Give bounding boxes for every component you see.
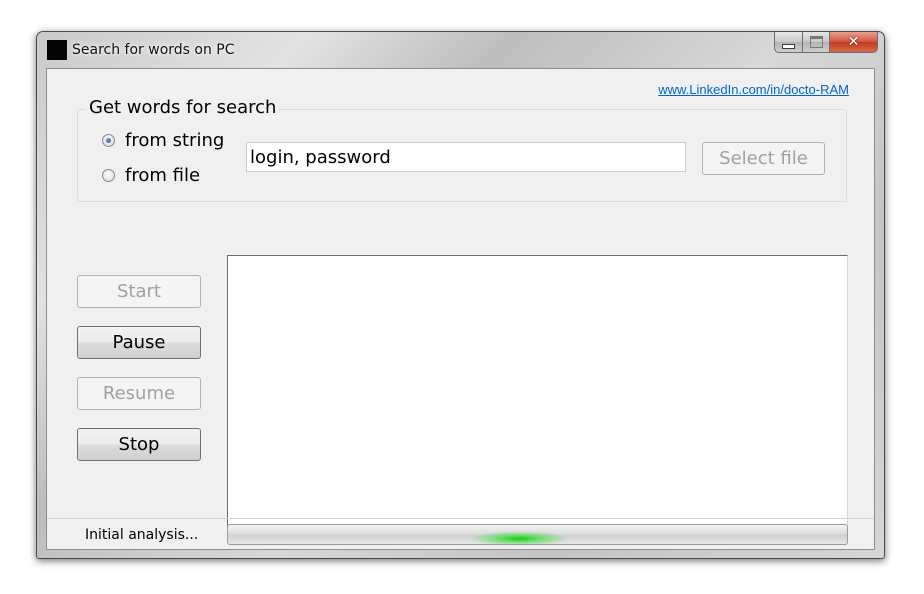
status-text: Initial analysis...	[85, 527, 199, 543]
word-source-group: Get words for search from string from fi…	[77, 97, 847, 202]
progress-bar	[227, 524, 848, 545]
title-bar[interactable]: Search for words on PC ✕	[37, 32, 884, 68]
window-title: Search for words on PC	[72, 42, 235, 58]
select-file-button[interactable]: Select file	[702, 142, 825, 175]
resume-button[interactable]: Resume	[77, 377, 201, 410]
close-button[interactable]: ✕	[830, 32, 878, 53]
maximize-icon	[809, 36, 823, 48]
linkedin-link[interactable]: www.LinkedIn.com/in/docto-RAM	[658, 82, 849, 97]
radio-selected-dot	[106, 138, 111, 143]
caption-buttons: ✕	[774, 32, 878, 53]
radio-from-file[interactable]: from file	[102, 165, 200, 186]
maximize-button[interactable]	[803, 32, 830, 53]
pause-button[interactable]: Pause	[77, 326, 201, 359]
radio-from-string-label[interactable]: from string	[125, 130, 224, 151]
minimize-icon	[782, 43, 795, 49]
radio-from-file-button[interactable]	[102, 169, 115, 182]
search-words-input[interactable]	[246, 142, 686, 172]
radio-from-file-label[interactable]: from file	[125, 165, 200, 186]
group-legend: Get words for search	[86, 97, 280, 118]
radio-from-string-button[interactable]	[102, 134, 115, 147]
results-log[interactable]	[227, 255, 848, 528]
start-button[interactable]: Start	[77, 275, 201, 308]
client-area: www.LinkedIn.com/in/docto-RAM Get words …	[46, 68, 875, 550]
minimize-button[interactable]	[774, 32, 803, 53]
radio-from-string[interactable]: from string	[102, 130, 224, 151]
progress-marquee	[469, 525, 570, 544]
stop-button[interactable]: Stop	[77, 428, 201, 461]
app-icon[interactable]	[47, 40, 67, 60]
status-bar: Initial analysis...	[47, 518, 874, 549]
close-icon: ✕	[847, 34, 860, 50]
app-window: Search for words on PC ✕ www.LinkedIn.co…	[36, 31, 885, 559]
